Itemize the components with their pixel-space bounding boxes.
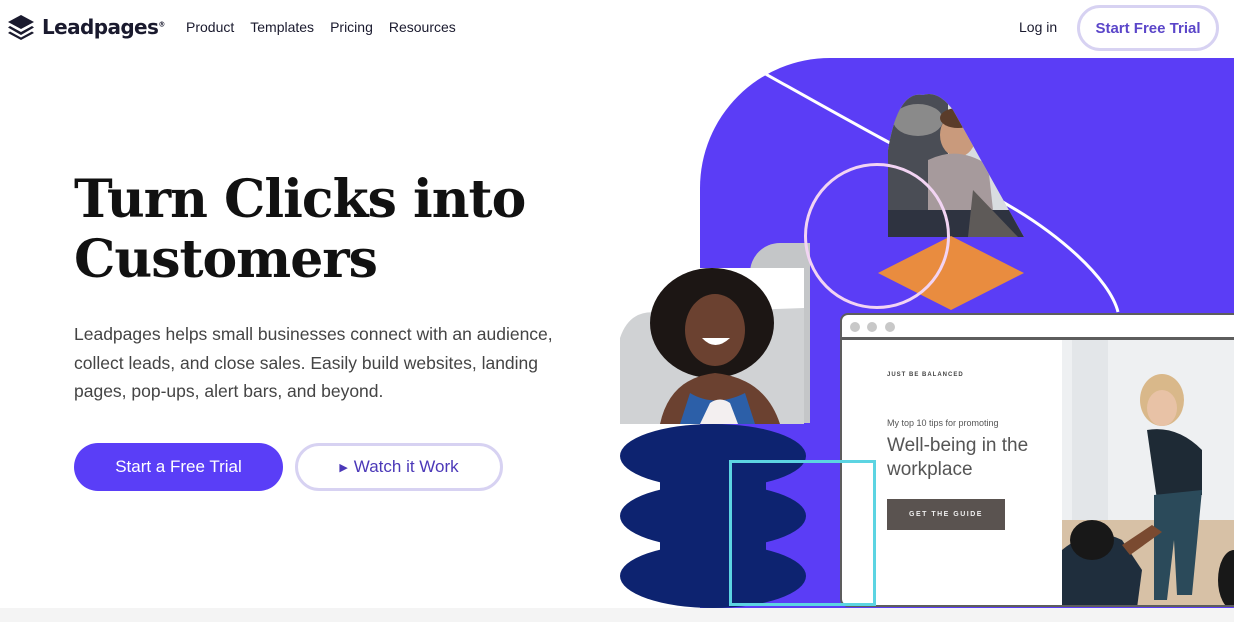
window-dot-icon <box>867 322 877 332</box>
browser-titlebar <box>842 315 1234 340</box>
stacked-layers-icon <box>8 15 34 40</box>
hero-description: Leadpages helps small businesses connect… <box>74 324 553 401</box>
coworkers-photo <box>888 94 1024 237</box>
watch-it-work-button[interactable]: ▶ Watch it Work <box>295 443 503 491</box>
browser-mockup: JUST BE BALANCED My top 10 tips for prom… <box>840 313 1234 607</box>
hero-illustration: JUST BE BALANCED My top 10 tips for prom… <box>0 0 1234 622</box>
start-trial-cta-button[interactable]: Start a Free Trial <box>74 443 283 491</box>
login-link[interactable]: Log in <box>1019 19 1057 35</box>
nav-templates[interactable]: Templates <box>250 19 314 35</box>
nav-pricing[interactable]: Pricing <box>330 19 373 35</box>
mockup-title: Well-being in the workplace <box>887 435 1029 480</box>
yoga-class-photo <box>1062 340 1234 605</box>
mockup-landing-page: JUST BE BALANCED My top 10 tips for prom… <box>842 340 1234 605</box>
smiling-woman-photo <box>620 268 804 424</box>
curved-line-decoration <box>761 70 1120 313</box>
window-dot-icon <box>850 322 860 332</box>
purple-backdrop <box>700 58 1234 608</box>
orange-diamond-shape <box>878 236 1024 310</box>
logo-link[interactable]: Leadpages® <box>6 14 165 40</box>
nav-resources[interactable]: Resources <box>389 19 456 35</box>
gray-card-shape <box>750 243 810 423</box>
cyan-frame-outline <box>729 460 876 606</box>
play-icon: ▶ <box>339 461 348 474</box>
window-dot-icon <box>885 322 895 332</box>
section-divider-band <box>0 608 1234 622</box>
site-header: Leadpages® Product Templates Pricing Res… <box>0 0 1234 56</box>
mockup-kicker: My top 10 tips for promoting <box>887 418 999 428</box>
mockup-eyebrow: JUST BE BALANCED <box>887 372 964 378</box>
mockup-guide-button: GET THE GUIDE <box>887 499 1005 530</box>
start-free-trial-button[interactable]: Start Free Trial <box>1077 5 1219 51</box>
brand-name: Leadpages® <box>42 15 165 39</box>
main-nav: Product Templates Pricing Resources <box>186 19 456 35</box>
nav-product[interactable]: Product <box>186 19 234 35</box>
navy-wave-shape <box>620 424 806 608</box>
hero-title: Turn Clicks into Customers <box>74 169 526 290</box>
watch-it-work-label: Watch it Work <box>353 457 459 476</box>
pink-circle-outline <box>804 163 950 309</box>
